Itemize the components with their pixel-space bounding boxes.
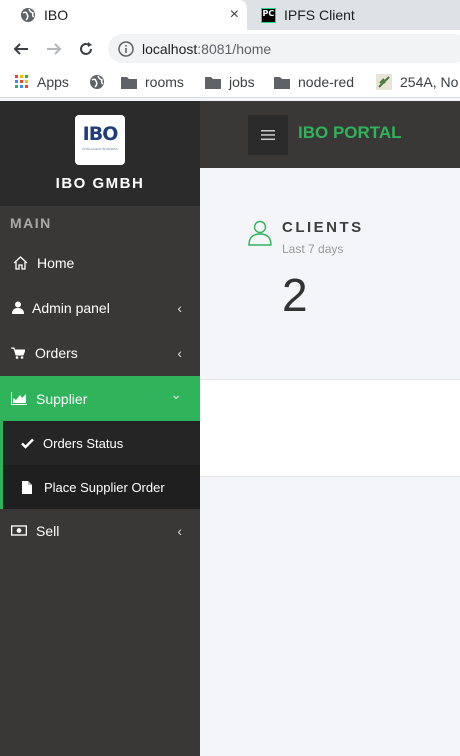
brand: IBO INTELLIGENT BUSINESS IBO GMBH: [0, 101, 200, 206]
bookmark-254a[interactable]: 254A, No: [376, 67, 458, 97]
clients-card-title: CLIENTS: [282, 219, 364, 236]
folder-icon: [121, 76, 137, 89]
top-bar: IBO PORTAL: [200, 101, 460, 168]
chevron-left-icon: ‹: [177, 522, 182, 539]
sidebar-subitem-orders-status[interactable]: Orders Status: [0, 421, 200, 465]
sidebar-item-label: Sell: [36, 522, 60, 539]
arrow-left-icon: [13, 43, 28, 55]
folder-icon: [205, 76, 221, 89]
bookmark-apps[interactable]: Apps: [15, 67, 69, 97]
tab-title: IBO: [44, 7, 69, 23]
home-icon: [12, 255, 28, 270]
sidebar-subitem-label: Place Supplier Order: [44, 479, 165, 495]
forward-button[interactable]: [43, 38, 65, 60]
info-icon: [118, 40, 134, 57]
leaf-icon: [376, 74, 392, 90]
apps-grid-icon: [15, 75, 29, 89]
address-bar[interactable]: localhost:8081/home: [108, 34, 460, 63]
close-tab-icon[interactable]: ×: [230, 6, 239, 24]
check-icon: [21, 438, 34, 449]
user-outline-icon: [248, 220, 272, 251]
clients-count: 2: [282, 269, 308, 321]
pycharm-icon: PC: [260, 7, 276, 23]
sidebar-subitem-label: Orders Status: [43, 435, 124, 451]
url-path: :8081/home: [197, 40, 272, 57]
sidebar-item-label: Orders: [35, 344, 78, 361]
brand-name: IBO GMBH: [55, 175, 145, 192]
arrow-right-icon: [47, 43, 62, 55]
browser-tab-bar: IBO × PC IPFS Client: [0, 0, 460, 30]
tab-ibo[interactable]: IBO ×: [0, 0, 247, 30]
chevron-down-icon: ⌄: [170, 386, 182, 402]
chevron-left-icon: ‹: [177, 299, 182, 316]
section-label-main: MAIN: [10, 215, 52, 231]
logo[interactable]: IBO INTELLIGENT BUSINESS: [75, 115, 125, 165]
portal-title: IBO PORTAL: [298, 123, 402, 142]
bookmark-node-red[interactable]: node-red: [274, 67, 354, 97]
sidebar-item-home[interactable]: Home: [0, 240, 200, 285]
browser-toolbar: localhost:8081/home: [0, 30, 460, 67]
sidebar-item-sell[interactable]: Sell ‹: [0, 508, 200, 553]
tab-ipfs-client[interactable]: PC IPFS Client: [252, 0, 460, 30]
area-chart-icon: [11, 392, 27, 405]
globe-icon: [20, 7, 36, 23]
main-content: CLIENTS Last 7 days 2: [200, 168, 460, 756]
reload-icon: [80, 42, 92, 55]
sidebar-item-admin-panel[interactable]: Admin panel ‹: [0, 285, 200, 330]
menu-toggle-button[interactable]: [248, 115, 288, 155]
clients-card-subtitle: Last 7 days: [282, 242, 344, 256]
url-host: localhost: [142, 40, 198, 57]
bookmark-jobs[interactable]: jobs: [205, 67, 255, 97]
sidebar: IBO INTELLIGENT BUSINESS IBO GMBH MAIN H…: [0, 101, 200, 756]
tab-title: IPFS Client: [284, 7, 355, 23]
cart-icon: [10, 347, 26, 359]
globe-icon: [89, 74, 105, 90]
folder-icon: [274, 76, 290, 89]
sidebar-item-label: Home: [37, 254, 75, 271]
sidebar-item-label: Admin panel: [32, 299, 110, 316]
sidebar-item-label: Supplier: [36, 390, 88, 407]
sidebar-item-supplier[interactable]: Supplier ⌄: [0, 376, 200, 421]
hamburger-icon: [261, 130, 275, 140]
chevron-left-icon: ‹: [177, 344, 182, 361]
sidebar-item-orders[interactable]: Orders ‹: [0, 330, 200, 375]
file-icon: [22, 480, 32, 494]
bookmarks-bar: Apps rooms jobs node-red 254A, No: [0, 67, 460, 98]
money-icon: [11, 525, 27, 536]
user-icon: [10, 301, 26, 314]
bookmark-rooms[interactable]: rooms: [121, 67, 184, 97]
divider: [200, 476, 460, 477]
reload-button[interactable]: [75, 38, 97, 60]
sidebar-subitem-place-supplier-order[interactable]: Place Supplier Order: [0, 465, 200, 509]
content-panel: [200, 380, 460, 476]
bookmark-globe[interactable]: [89, 67, 113, 97]
back-button[interactable]: [10, 38, 32, 60]
